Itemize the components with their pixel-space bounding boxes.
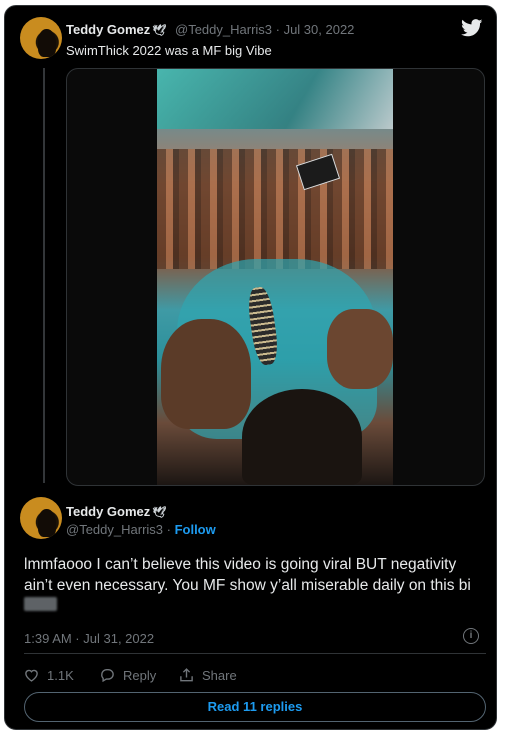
reply-tweet-text: lmmfaooo I can’t believe this video is g… <box>24 555 484 617</box>
share-action[interactable]: Share <box>179 666 237 684</box>
like-action[interactable]: 1.1K <box>24 666 74 684</box>
read-replies-button[interactable]: Read 11 replies <box>24 692 486 722</box>
video-media[interactable] <box>66 68 485 486</box>
reply-label: Reply <box>123 667 157 683</box>
embedded-tweet-card: Teddy Gomez 🕊 @Teddy_Harris3 · Jul 30, 20… <box>4 5 497 730</box>
divider <box>24 653 486 654</box>
thread-line <box>43 68 45 483</box>
author-handle: @Teddy_Harris3 · Follow <box>66 522 216 537</box>
video-frame[interactable] <box>157 69 393 485</box>
author-name[interactable]: Teddy Gomez 🕊 <box>66 504 166 519</box>
share-icon <box>180 668 193 682</box>
avatar[interactable] <box>20 17 62 59</box>
follow-button[interactable]: Follow <box>175 522 216 537</box>
twitter-bird-icon[interactable] <box>461 19 483 37</box>
avatar[interactable] <box>20 497 62 539</box>
like-count: 1.1K <box>47 667 74 683</box>
dove-icon: 🕊 <box>152 507 167 519</box>
handle-link[interactable]: @Teddy_Harris3 · <box>66 522 175 537</box>
tweet-text: SwimThick 2022 was a MF big Vibe <box>66 43 272 58</box>
heart-icon <box>25 669 38 682</box>
reply-action[interactable]: Reply <box>100 666 156 684</box>
info-icon[interactable]: i <box>463 628 479 644</box>
dove-icon: 🕊 <box>152 25 167 37</box>
share-label: Share <box>202 667 237 683</box>
author-name[interactable]: Teddy Gomez 🕊 <box>66 22 166 37</box>
timestamp[interactable]: 1:39 AM · Jul 31, 2022 <box>24 631 154 646</box>
author-handle-date[interactable]: @Teddy_Harris3 · Jul 30, 2022 <box>175 22 354 37</box>
censored-word <box>24 597 57 611</box>
reply-bubble-icon <box>101 669 114 682</box>
